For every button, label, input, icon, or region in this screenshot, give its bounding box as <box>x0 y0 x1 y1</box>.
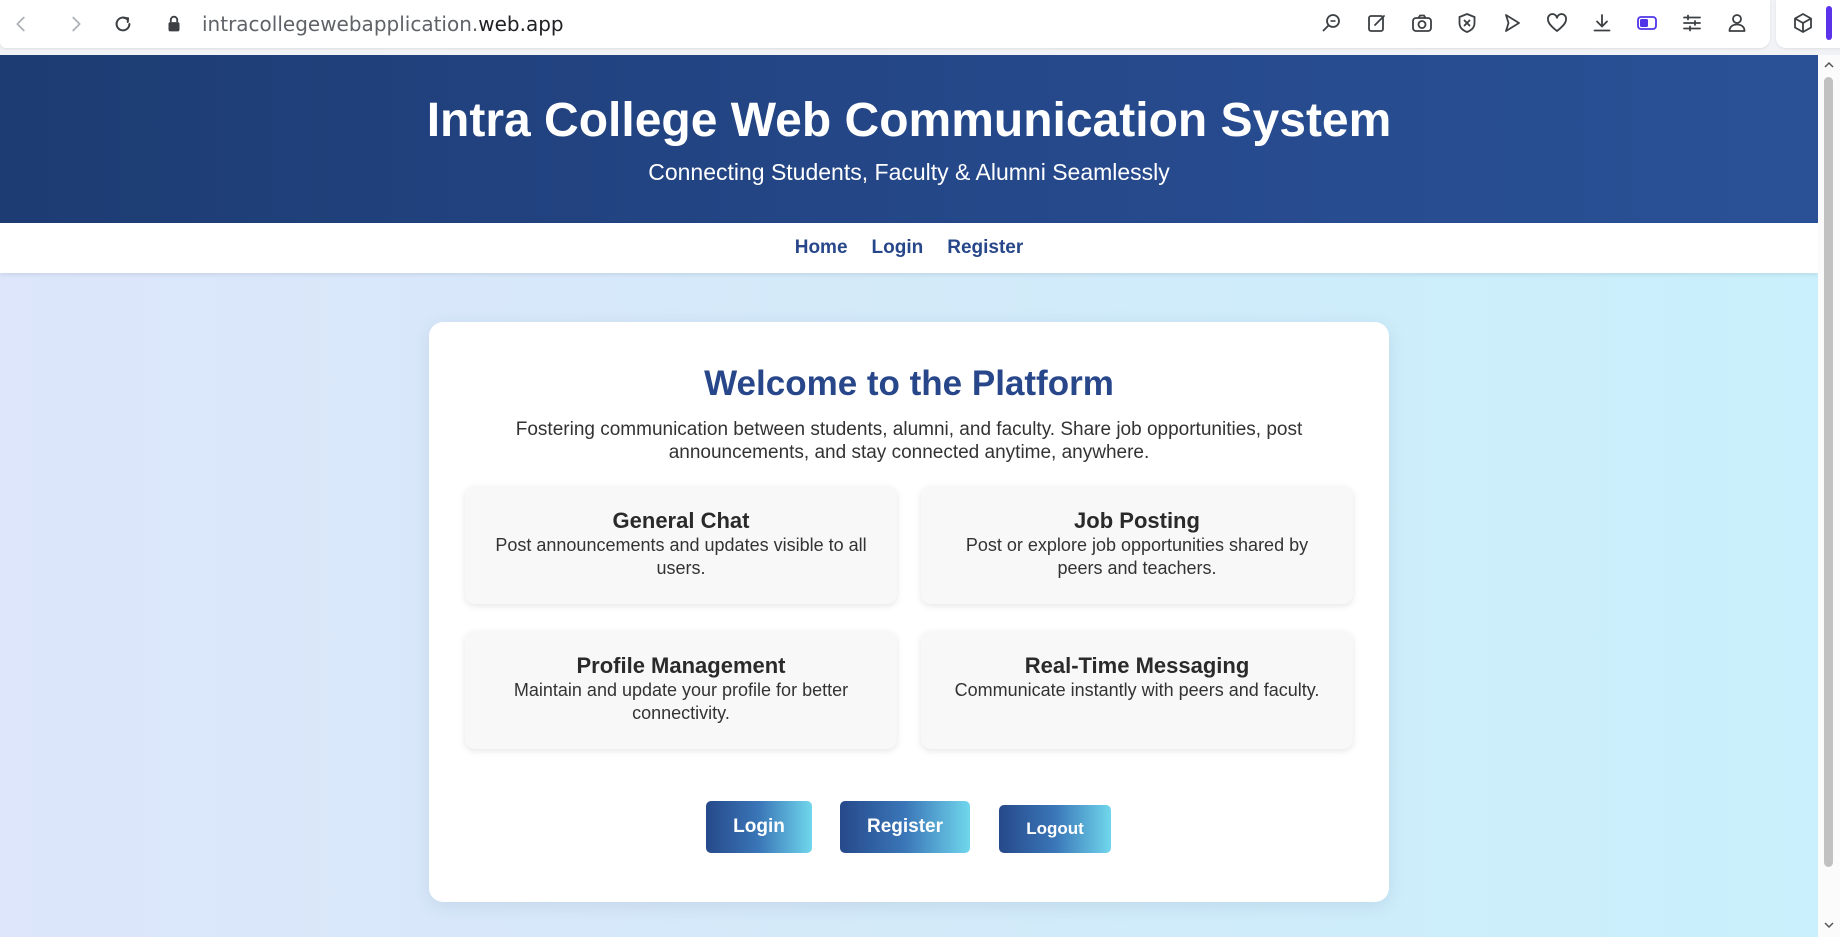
url-path: intracollegewebapplication. <box>202 12 479 36</box>
feature-title: Real-Time Messaging <box>1024 653 1250 678</box>
logout-button[interactable]: Logout <box>999 805 1111 853</box>
url-domain: web.app <box>478 12 564 36</box>
download-icon[interactable] <box>1587 8 1617 38</box>
reload-icon[interactable] <box>108 9 138 39</box>
feature-title: Job Posting <box>1074 508 1200 533</box>
address-bar[interactable]: intracollegewebapplication.web.app <box>0 0 1770 48</box>
scroll-up-icon[interactable] <box>1823 59 1835 71</box>
lock-icon[interactable] <box>159 9 189 39</box>
sidebar-indicator <box>1826 6 1832 40</box>
login-button[interactable]: Login <box>706 801 812 853</box>
welcome-card: Welcome to the Platform Fostering commun… <box>429 322 1389 902</box>
feature-description: Communicate instantly with peers and fac… <box>954 680 1320 700</box>
site-title: Intra College Web Communication System <box>426 94 1392 147</box>
send-icon[interactable] <box>1497 8 1527 38</box>
feature-card-profile-management: Profile Management Maintain and update y… <box>465 631 897 749</box>
feature-card-general-chat: General Chat Post announcements and upda… <box>465 486 897 604</box>
battery-icon[interactable] <box>1632 8 1662 38</box>
main-nav: Home Login Register <box>0 223 1818 273</box>
register-button[interactable]: Register <box>840 801 970 853</box>
url-text[interactable]: intracollegewebapplication.web.app <box>202 10 564 38</box>
welcome-heading: Welcome to the Platform <box>704 364 1114 403</box>
camera-icon[interactable] <box>1407 8 1437 38</box>
feature-description: Maintain and update your profile for bet… <box>513 680 849 723</box>
shield-icon[interactable] <box>1452 8 1482 38</box>
site-header: Intra College Web Communication System C… <box>0 55 1818 223</box>
scroll-down-icon[interactable] <box>1823 919 1835 931</box>
nav-link-register[interactable]: Register <box>947 237 1023 259</box>
page-viewport: Intra College Web Communication System C… <box>0 55 1818 937</box>
heart-icon[interactable] <box>1542 8 1572 38</box>
menu-icon[interactable] <box>1677 8 1707 38</box>
zoom-icon[interactable] <box>1317 8 1347 38</box>
edit-icon[interactable] <box>1362 8 1392 38</box>
welcome-intro: Fostering communication between students… <box>515 419 1303 463</box>
extensions-panel <box>1776 0 1840 48</box>
vertical-scrollbar[interactable] <box>1818 55 1840 937</box>
feature-title: Profile Management <box>576 653 786 678</box>
forward-icon[interactable] <box>61 9 91 39</box>
site-subtitle: Connecting Students, Faculty & Alumni Se… <box>648 159 1170 185</box>
feature-description: Post announcements and updates visible t… <box>495 535 867 578</box>
feature-title: General Chat <box>612 508 750 533</box>
nav-link-home[interactable]: Home <box>795 237 848 259</box>
feature-card-job-posting: Job Posting Post or explore job opportun… <box>921 486 1353 604</box>
scrollbar-thumb[interactable] <box>1824 77 1833 867</box>
feature-card-real-time-messaging: Real-Time Messaging Communicate instantl… <box>921 631 1353 749</box>
browser-toolbar: intracollegewebapplication.web.app <box>0 0 1840 48</box>
nav-link-login[interactable]: Login <box>872 237 924 259</box>
extension-cube-icon[interactable] <box>1788 8 1818 38</box>
feature-description: Post or explore job opportunities shared… <box>965 535 1309 578</box>
account-icon[interactable] <box>1722 8 1752 38</box>
back-icon[interactable] <box>6 9 36 39</box>
